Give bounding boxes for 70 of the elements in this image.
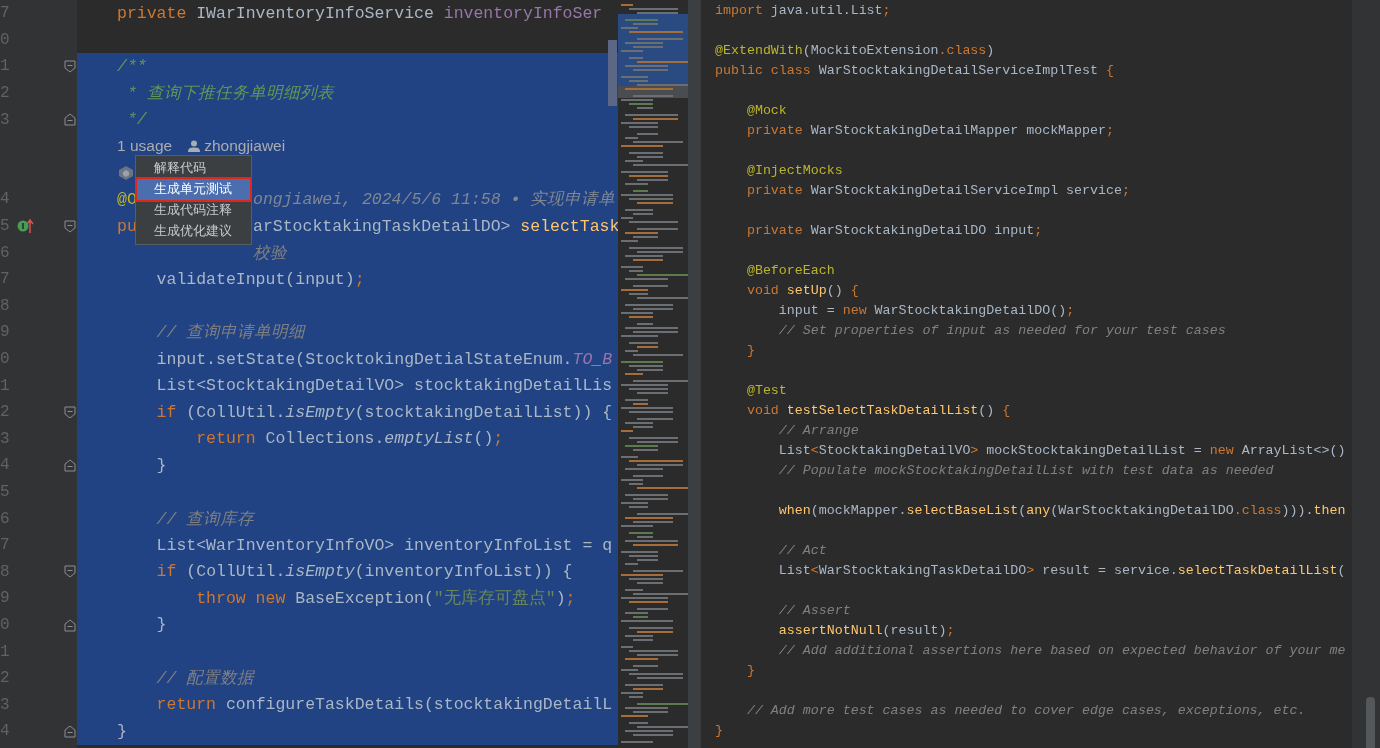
code-line: // 配置数据 bbox=[155, 668, 255, 690]
fold-icon[interactable] bbox=[64, 459, 76, 473]
code-line: // Act bbox=[777, 542, 827, 558]
code-line: // Assert bbox=[777, 602, 851, 618]
code-line: */ bbox=[125, 110, 147, 130]
fold-icon[interactable] bbox=[64, 405, 76, 419]
code-line: private IWarInventoryInfoService inventoryInfoSer bbox=[117, 3, 603, 23]
fold-icon[interactable] bbox=[64, 565, 76, 579]
code-line: List<StocktakingDetailVO> mockStocktakingDetailList = new ArrayList<>() bbox=[777, 442, 1346, 458]
code-line: input.setState(StocktokingDetialStateEnum.TO_B bbox=[155, 349, 613, 369]
code-line: // Arrange bbox=[777, 422, 859, 438]
code-line: public class WarStocktakingDetailServiceImplTest { bbox=[715, 62, 1114, 78]
code-line: input = new WarStocktakingDetailDO(); bbox=[777, 302, 1075, 318]
user-icon bbox=[188, 140, 201, 153]
ai-assistant-icon[interactable] bbox=[117, 164, 135, 181]
code-line: // Populate mockStocktakingDetailList with test data as needed bbox=[777, 462, 1274, 478]
code-line: @ExtendWith(MockitoExtension.class) bbox=[715, 42, 995, 58]
menu-item[interactable]: 生成优化建议 bbox=[137, 221, 250, 242]
code-line: pu bbox=[117, 216, 137, 236]
code-line: } bbox=[745, 662, 755, 678]
code-line: @BeforeEach bbox=[745, 262, 835, 278]
code-line: assertNotNull(result); bbox=[777, 622, 955, 638]
code-line: if (CollUtil.isEmpty(inventoryInfoList)) { bbox=[155, 562, 573, 582]
code-line: @Mock bbox=[745, 102, 787, 118]
fold-icon[interactable] bbox=[64, 113, 76, 127]
usage-count: 1 usage bbox=[117, 137, 173, 156]
scrollbar-track[interactable] bbox=[688, 0, 700, 748]
code-line: validateInput(input); bbox=[155, 269, 365, 289]
code-line: if (CollUtil.isEmpty(stocktakingDetailList)) { bbox=[155, 402, 613, 422]
code-line: List<WarInventoryInfoVO> inventoryInfoList = q bbox=[155, 535, 613, 555]
code-line: // Add additional assertions here based on expected behavior of your me bbox=[777, 642, 1346, 658]
code-line: List<StocktakingDetailVO> stocktakingDetailLis bbox=[155, 376, 613, 396]
code-line: } bbox=[715, 722, 723, 738]
code-line: ongjiawei, 2024/5/6 11:58 • 实现申请单 bbox=[253, 189, 616, 211]
code-line: // Add more test cases as needed to cover edge cases, exceptions, etc. bbox=[745, 702, 1306, 718]
implements-method-icon[interactable] bbox=[17, 218, 34, 235]
code-line: 校验 bbox=[253, 242, 287, 264]
code-line: } bbox=[745, 342, 755, 358]
code-line: } bbox=[117, 721, 127, 741]
fold-icon[interactable] bbox=[64, 618, 76, 632]
code-line: throw new BaseException("无库存可盘点"); bbox=[195, 587, 576, 610]
code-line: return configureTaskDetails(stocktakingDetailL bbox=[155, 695, 613, 715]
code-line: return Collections.emptyList(); bbox=[195, 429, 504, 449]
code-line: @Test bbox=[745, 382, 787, 398]
code-line: import java.util.List; bbox=[715, 2, 891, 18]
code-line: } bbox=[155, 615, 167, 635]
code-line: when(mockMapper.selectBaseList(any(WarStocktakingDetailDO.class))).then bbox=[777, 502, 1346, 518]
code-line: } bbox=[155, 455, 167, 475]
code-line: // 查询申请单明细 bbox=[155, 322, 306, 344]
code-line: private WarStocktakingDetailDO input; bbox=[745, 222, 1043, 238]
code-line: * 查询下推任务单明细列表 bbox=[125, 83, 334, 105]
fold-icon[interactable] bbox=[64, 60, 76, 74]
menu-item[interactable]: 解释代码 bbox=[137, 158, 250, 179]
code-line: arStocktakingTaskDetailDO> selectTask bbox=[253, 216, 618, 236]
scrollbar-thumb[interactable] bbox=[1366, 697, 1375, 748]
code-line: private WarStocktakingDetailServiceImpl service; bbox=[745, 182, 1130, 198]
menu-item[interactable]: 生成单元测试 bbox=[137, 179, 250, 200]
code-line: void testSelectTaskDetailList() { bbox=[745, 402, 1011, 418]
author-name: zhongjiawei bbox=[204, 137, 286, 156]
scrollbar-thumb[interactable] bbox=[608, 40, 617, 106]
fold-icon[interactable] bbox=[64, 725, 76, 739]
fold-icon[interactable] bbox=[64, 219, 76, 233]
menu-item[interactable]: 生成代码注释 bbox=[137, 200, 250, 221]
code-line: @InjectMocks bbox=[745, 162, 843, 178]
code-line: /** bbox=[117, 57, 147, 76]
code-line: // Set properties of input as needed for your test cases bbox=[777, 322, 1226, 338]
code-line: List<WarStocktakingTaskDetailDO> result = service.selectTaskDetailList( bbox=[777, 562, 1346, 578]
code-line: void setUp() { bbox=[745, 282, 859, 298]
code-line: private WarStocktakingDetailMapper mockMapper; bbox=[745, 122, 1114, 138]
code-line: // 查询库存 bbox=[155, 508, 255, 530]
